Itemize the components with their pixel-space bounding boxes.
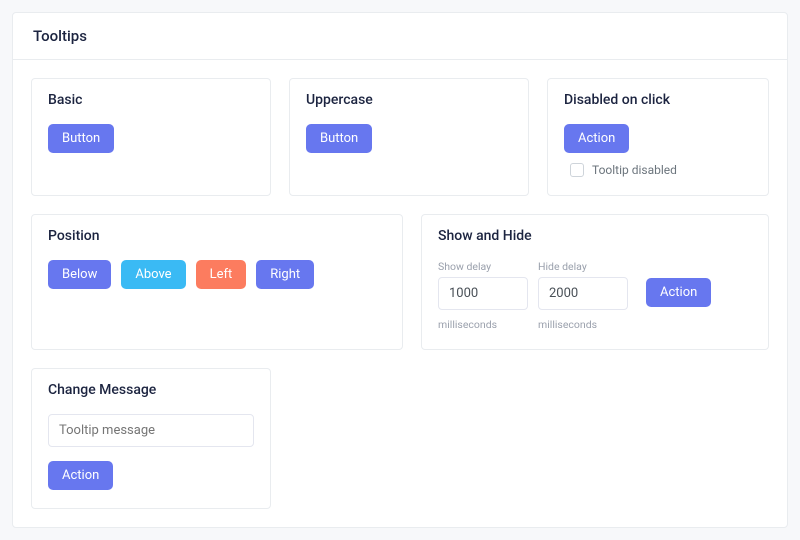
hide-delay-input[interactable] xyxy=(538,277,628,310)
checkbox-label: Tooltip disabled xyxy=(592,163,677,177)
row-1: Basic Button Uppercase Button Disabled o… xyxy=(31,78,769,196)
row-2: Position Below Above Left Right Show and… xyxy=(31,214,769,350)
card-position: Position Below Above Left Right xyxy=(31,214,403,350)
page-body: Basic Button Uppercase Button Disabled o… xyxy=(13,60,787,527)
card-basic: Basic Button xyxy=(31,78,271,196)
card-disabled-title: Disabled on click xyxy=(548,79,768,114)
page-title: Tooltips xyxy=(13,13,787,60)
card-change-title: Change Message xyxy=(32,369,270,404)
position-below-button[interactable]: Below xyxy=(48,260,111,289)
show-delay-field: Show delay milliseconds xyxy=(438,260,528,331)
tooltip-message-input[interactable] xyxy=(48,414,254,447)
position-above-button[interactable]: Above xyxy=(121,260,185,289)
card-uppercase-title: Uppercase xyxy=(290,79,528,114)
row-3: Change Message Action xyxy=(31,368,769,509)
card-basic-title: Basic xyxy=(32,79,270,114)
change-action-button[interactable]: Action xyxy=(48,461,113,490)
card-position-title: Position xyxy=(32,215,402,250)
tooltips-page: Tooltips Basic Button Uppercase Button D… xyxy=(12,12,788,528)
tooltip-disabled-checkbox[interactable]: Tooltip disabled xyxy=(570,163,677,177)
checkbox-box-icon xyxy=(570,163,584,177)
show-delay-label: Show delay xyxy=(438,260,528,273)
card-uppercase: Uppercase Button xyxy=(289,78,529,196)
show-delay-hint: milliseconds xyxy=(438,318,528,331)
card-disabled-on-click: Disabled on click Action Tooltip disable… xyxy=(547,78,769,196)
position-left-button[interactable]: Left xyxy=(196,260,247,289)
uppercase-button[interactable]: Button xyxy=(306,124,372,153)
hide-delay-label: Hide delay xyxy=(538,260,628,273)
card-showhide-title: Show and Hide xyxy=(422,215,768,250)
position-right-button[interactable]: Right xyxy=(256,260,314,289)
hide-delay-hint: milliseconds xyxy=(538,318,628,331)
card-change-message: Change Message Action xyxy=(31,368,271,509)
card-show-and-hide: Show and Hide Show delay milliseconds Hi… xyxy=(421,214,769,350)
basic-button[interactable]: Button xyxy=(48,124,114,153)
show-delay-input[interactable] xyxy=(438,277,528,310)
hide-delay-field: Hide delay milliseconds xyxy=(538,260,628,331)
disabled-action-button[interactable]: Action xyxy=(564,124,629,153)
showhide-action-button[interactable]: Action xyxy=(646,278,711,307)
